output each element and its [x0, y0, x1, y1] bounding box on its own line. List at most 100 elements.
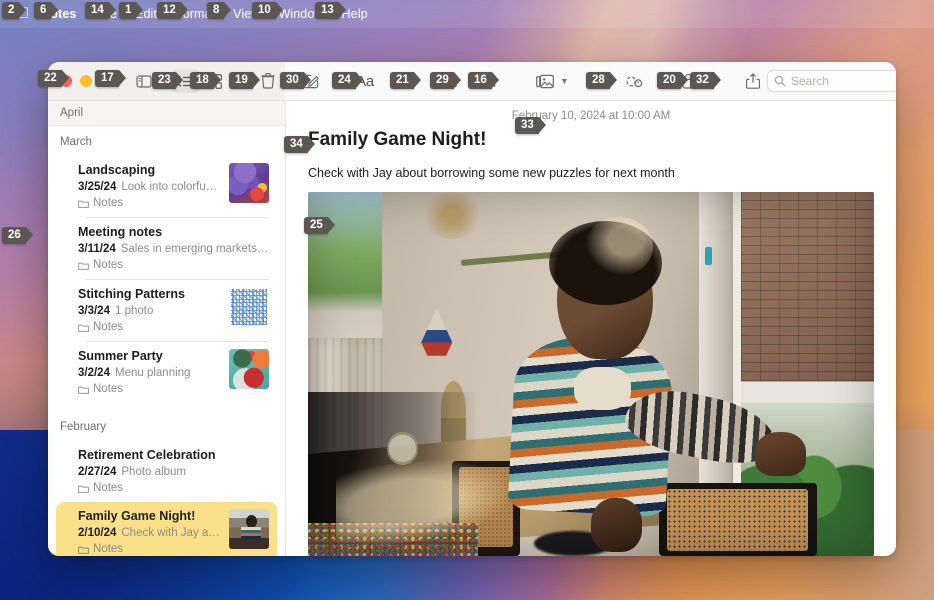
list-item-selected[interactable]: Family Game Night! 2/10/24 Check with Jay…	[56, 502, 277, 556]
month-group-march: Landscaping 3/25/24 Look into colorfu… No…	[48, 156, 285, 403]
annotation-badge-1: 1	[119, 2, 144, 19]
note-thumbnail	[229, 509, 269, 549]
note-thumbnail	[229, 349, 269, 389]
note-detail-pane: February 10, 2024 at 10:00 AM Family Gam…	[286, 101, 896, 556]
note-text: Meeting notes 3/11/24 Sales in emerging m…	[78, 225, 269, 271]
annotation-badge-19: 19	[229, 72, 260, 89]
note-folder-label: Notes	[93, 321, 124, 333]
note-folder-label: Notes	[93, 543, 124, 555]
note-body-text[interactable]: Check with Jay about borrowing some new …	[286, 152, 896, 192]
media-icon[interactable]	[531, 69, 559, 93]
note-date: 3/2/24	[78, 367, 110, 379]
list-header-label: April	[60, 107, 84, 119]
note-date: 3/11/24	[78, 243, 116, 255]
annotation-badge-17: 17	[95, 70, 126, 87]
folder-icon	[78, 200, 89, 208]
list-item[interactable]: Retirement Celebration 2/27/24 Photo albu…	[56, 441, 277, 502]
note-folder-label: Notes	[93, 383, 124, 395]
note-snippet: Check with Jay a…	[121, 527, 220, 539]
annotation-badge-24: 24	[332, 72, 363, 89]
annotation-badge-13: 13	[315, 2, 346, 19]
annotation-badge-18: 18	[190, 72, 221, 89]
note-folder-label: Notes	[93, 259, 124, 271]
note-snippet: Photo album	[121, 466, 186, 478]
annotation-badge-12: 12	[157, 2, 188, 19]
note-date: 3/25/24	[78, 181, 117, 193]
note-timestamp: February 10, 2024 at 10:00 AM	[511, 110, 671, 122]
month-group-label-march: March	[60, 136, 92, 148]
note-date: 2/10/24	[78, 527, 117, 539]
note-meta: 2/27/24 Photo album	[78, 464, 269, 480]
media-chevron-down-icon[interactable]: ▼	[560, 76, 569, 86]
folder-icon	[78, 485, 89, 493]
annotation-badge-28: 28	[586, 72, 617, 89]
notes-list[interactable]: March Landscaping 3/25/24 Look into color…	[48, 126, 285, 556]
note-title: Landscaping	[78, 163, 156, 177]
list-item[interactable]: Stitching Patterns 3/3/24 1 photo Notes	[56, 280, 277, 341]
annotation-badge-10: 10	[252, 2, 283, 19]
note-text: Summer Party 3/2/24 Menu planning Notes	[78, 349, 221, 395]
annotation-badge-21: 21	[390, 72, 421, 89]
annotation-badge-14: 14	[85, 2, 116, 19]
note-snippet: Look into colorfu…	[121, 181, 218, 193]
note-text: Family Game Night! 2/10/24 Check with Jay…	[78, 509, 221, 555]
note-thumbnail	[229, 287, 269, 327]
annotation-badge-30: 30	[280, 72, 311, 89]
minimize-window-button[interactable]	[80, 75, 92, 87]
note-meta: 3/3/24 1 photo	[78, 303, 221, 319]
folder-icon	[78, 324, 89, 332]
note-folder: Notes	[78, 482, 269, 494]
note-date: 2/27/24	[78, 466, 117, 478]
page-title: Family Game Night!	[308, 129, 487, 150]
note-text: Landscaping 3/25/24 Look into colorfu… No…	[78, 163, 221, 209]
list-item[interactable]: Summer Party 3/2/24 Menu planning Notes	[56, 342, 277, 403]
note-folder: Notes	[78, 543, 221, 555]
list-header-april: April	[48, 101, 285, 126]
annotation-badge-32: 32	[690, 72, 721, 89]
note-title: Meeting notes	[78, 225, 163, 239]
collaborate-icon[interactable]	[621, 69, 649, 93]
notes-window: Aa ▼ ▼	[48, 62, 896, 556]
note-folder-label: Notes	[93, 482, 124, 494]
annotation-badge-2: 2	[2, 2, 27, 19]
annotation-badge-23: 23	[152, 72, 183, 89]
note-text: Stitching Patterns 3/3/24 1 photo Notes	[78, 287, 221, 333]
annotation-badge-6: 6	[34, 2, 59, 19]
note-folder: Notes	[78, 383, 221, 395]
note-folder: Notes	[78, 197, 221, 209]
photo-vignette	[308, 192, 874, 556]
list-item[interactable]: Meeting notes 3/11/24 Sales in emerging m…	[56, 218, 277, 279]
search-icon	[774, 75, 786, 87]
note-date: 3/3/24	[78, 305, 110, 317]
note-snippet: Menu planning	[114, 367, 191, 379]
annotation-badge-29: 29	[430, 72, 461, 89]
note-photo[interactable]	[308, 192, 874, 556]
note-snippet: 1 photo	[114, 305, 154, 317]
note-meta: 2/10/24 Check with Jay a…	[78, 525, 221, 541]
folder-icon	[78, 386, 89, 394]
annotation-badge-33: 33	[515, 117, 546, 134]
window-body: April March Landscaping 3/25/24 Look into…	[48, 101, 896, 556]
note-folder-label: Notes	[93, 197, 124, 209]
share-icon[interactable]	[739, 69, 767, 93]
folder-icon	[78, 262, 89, 270]
note-snippet: Sales in emerging markets…	[120, 243, 269, 255]
annotation-badge-26: 26	[2, 227, 33, 244]
month-group-february: Retirement Celebration 2/27/24 Photo albu…	[48, 441, 285, 556]
annotation-badge-22: 22	[38, 70, 69, 87]
notes-list-sidebar: April March Landscaping 3/25/24 Look into…	[48, 101, 286, 556]
annotation-badge-34: 34	[284, 136, 315, 153]
note-thumbnail	[229, 163, 269, 203]
note-meta: 3/2/24 Menu planning	[78, 365, 221, 381]
search-input[interactable]: Search	[766, 70, 896, 92]
annotation-badge-25: 25	[304, 217, 335, 234]
list-item[interactable]: Landscaping 3/25/24 Look into colorfu… No…	[56, 156, 277, 217]
annotation-badge-8: 8	[207, 2, 232, 19]
annotation-badge-20: 20	[657, 72, 688, 89]
note-meta: 3/25/24 Look into colorfu…	[78, 179, 221, 195]
note-title: Family Game Night!	[78, 509, 196, 523]
note-text: Retirement Celebration 2/27/24 Photo albu…	[78, 448, 269, 494]
month-group-label-february: February	[60, 421, 107, 433]
note-title: Stitching Patterns	[78, 287, 185, 301]
search-placeholder: Search	[790, 74, 829, 88]
